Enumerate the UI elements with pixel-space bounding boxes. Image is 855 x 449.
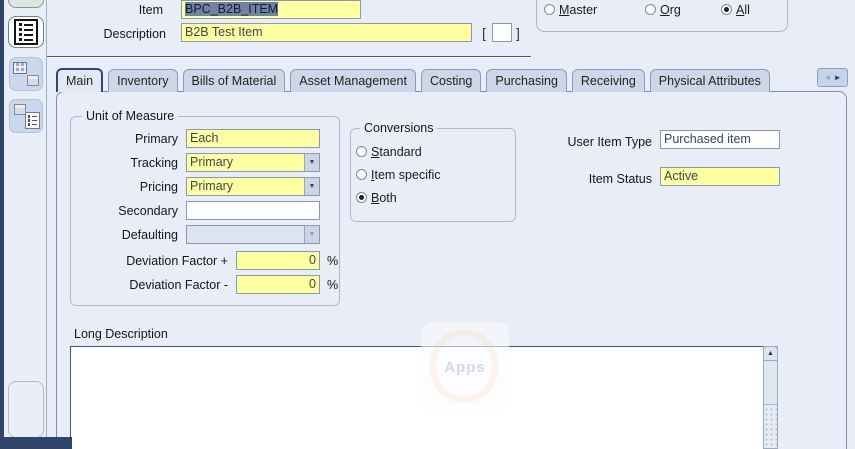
tab-bar: Main Inventory Bills of Material Asset M…: [56, 68, 770, 92]
description-label: Description: [103, 27, 166, 41]
radio-org-label: Org: [660, 3, 681, 17]
user-item-type-label: User Item Type: [567, 135, 652, 149]
primary-label: Primary: [134, 132, 178, 146]
tab-inventory[interactable]: Inventory: [108, 69, 178, 92]
long-description-label: Long Description: [74, 327, 168, 341]
item-label: Item: [138, 3, 163, 17]
radio-all-label: All: [736, 3, 750, 17]
defaulting-dropdown[interactable]: ▼: [186, 225, 320, 244]
sidebar-button-partial[interactable]: [8, 0, 44, 8]
radio-item-specific-label: Item specific: [371, 168, 441, 182]
secondary-uom-input[interactable]: [186, 201, 320, 220]
window-bottom-edge: [0, 437, 72, 449]
tab-scroll-left-icon: ◄: [823, 73, 832, 82]
pricing-dropdown[interactable]: Primary ▼: [186, 177, 320, 196]
window-left-edge: [0, 0, 4, 449]
deviation-factor-plus-label: Deviation Factor +: [126, 254, 228, 268]
radio-standard[interactable]: [356, 146, 367, 157]
radio-master[interactable]: [544, 4, 555, 15]
deviation-factor-minus-label: Deviation Factor -: [129, 278, 228, 292]
radio-both-label: Both: [371, 191, 397, 205]
item-input[interactable]: BPC_B2B_ITEM: [181, 0, 361, 19]
selected-text: BPC_B2B_ITEM: [185, 2, 279, 16]
tab-receiving[interactable]: Receiving: [571, 69, 645, 92]
conversions-title: Conversions: [360, 121, 438, 135]
attachment-bracket-close: ]: [516, 25, 520, 41]
vertical-toolbar: [0, 0, 47, 449]
chevron-down-icon[interactable]: ▼: [304, 178, 319, 195]
unit-of-measure-title: Unit of Measure: [82, 109, 179, 123]
item-orgs-list-icon: [13, 103, 40, 129]
scrollbar-thumb[interactable]: [764, 361, 777, 405]
sidebar-slot-empty: [8, 381, 44, 438]
pricing-label: Pricing: [139, 180, 178, 194]
user-item-type-input[interactable]: Purchased item: [660, 130, 780, 149]
deviation-factor-plus-input[interactable]: 0: [236, 251, 320, 270]
scroll-up-icon[interactable]: ▲: [763, 346, 778, 361]
defaulting-label: Defaulting: [121, 228, 178, 242]
long-description-textarea[interactable]: [70, 346, 764, 449]
tab-scroll-button[interactable]: ◄ ►: [817, 68, 848, 87]
tracking-dropdown[interactable]: Primary ▼: [186, 153, 320, 172]
item-status-label: Item Status: [588, 172, 652, 186]
secondary-label: Secondary: [118, 204, 178, 218]
sidebar-button-item-orgs[interactable]: [8, 98, 44, 134]
tab-scroll-right-icon: ►: [833, 73, 842, 82]
tracking-label: Tracking: [130, 156, 178, 170]
deviation-factor-minus-input[interactable]: 0: [236, 275, 320, 294]
radio-org[interactable]: [645, 4, 656, 15]
tab-costing[interactable]: Costing: [420, 69, 482, 92]
radio-all[interactable]: [721, 4, 732, 15]
chevron-down-icon[interactable]: ▼: [304, 154, 319, 171]
sidebar-button-org-assignment[interactable]: [8, 56, 44, 92]
chevron-down-icon: ▼: [304, 226, 319, 243]
percent-suffix: %: [327, 278, 339, 292]
tab-physical-attributes[interactable]: Physical Attributes: [649, 69, 770, 92]
item-list-icon: [14, 19, 38, 45]
sidebar-button-master-item[interactable]: [8, 16, 44, 48]
attachment-bracket-open: [: [482, 25, 486, 41]
percent-suffix: %: [327, 254, 339, 268]
primary-uom-input[interactable]: Each: [186, 129, 320, 148]
radio-both[interactable]: [356, 192, 367, 203]
radio-standard-label: Standard: [371, 145, 422, 159]
tab-purchasing[interactable]: Purchasing: [486, 69, 567, 92]
item-status-input[interactable]: Active: [660, 167, 780, 186]
tab-asset-management[interactable]: Asset Management: [290, 69, 416, 92]
tab-main[interactable]: Main: [56, 68, 104, 92]
attachment-indicator-box[interactable]: [492, 23, 512, 42]
org-assignment-icon: [12, 61, 40, 87]
tab-bills-of-material[interactable]: Bills of Material: [182, 69, 286, 92]
description-input[interactable]: B2B Test Item: [181, 23, 472, 42]
header-separator: [47, 56, 531, 58]
radio-item-specific[interactable]: [356, 169, 367, 180]
radio-master-label: Master: [559, 3, 598, 17]
